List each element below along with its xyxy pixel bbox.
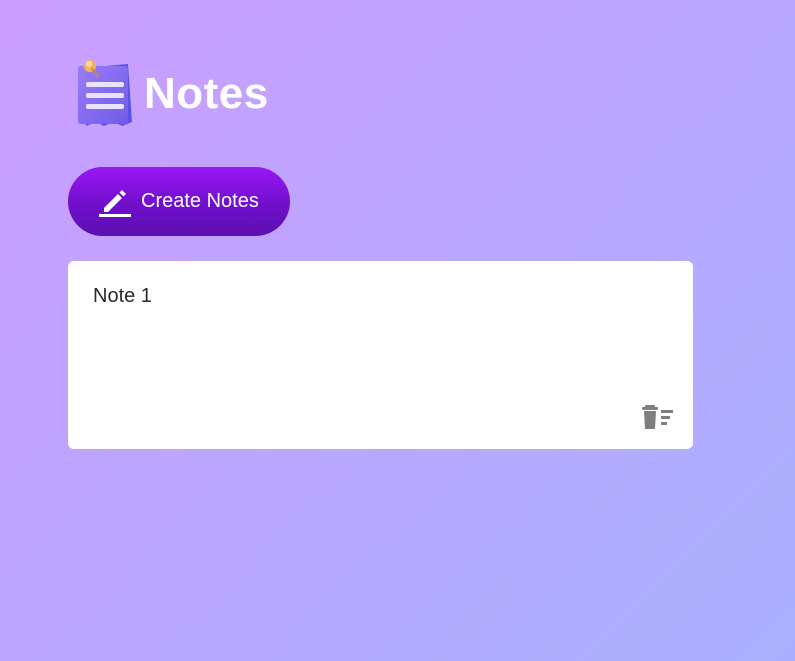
note-text[interactable]: Note 1	[93, 285, 152, 308]
edit-icon	[98, 186, 132, 218]
create-notes-button[interactable]: Create Notes	[68, 167, 290, 236]
notes-logo-icon	[74, 56, 138, 132]
create-notes-label: Create Notes	[141, 190, 259, 212]
page-title: Notes	[144, 69, 269, 118]
delete-icon[interactable]	[641, 403, 675, 431]
note-card: Note 1	[68, 261, 693, 449]
app-header: Notes	[74, 56, 269, 132]
